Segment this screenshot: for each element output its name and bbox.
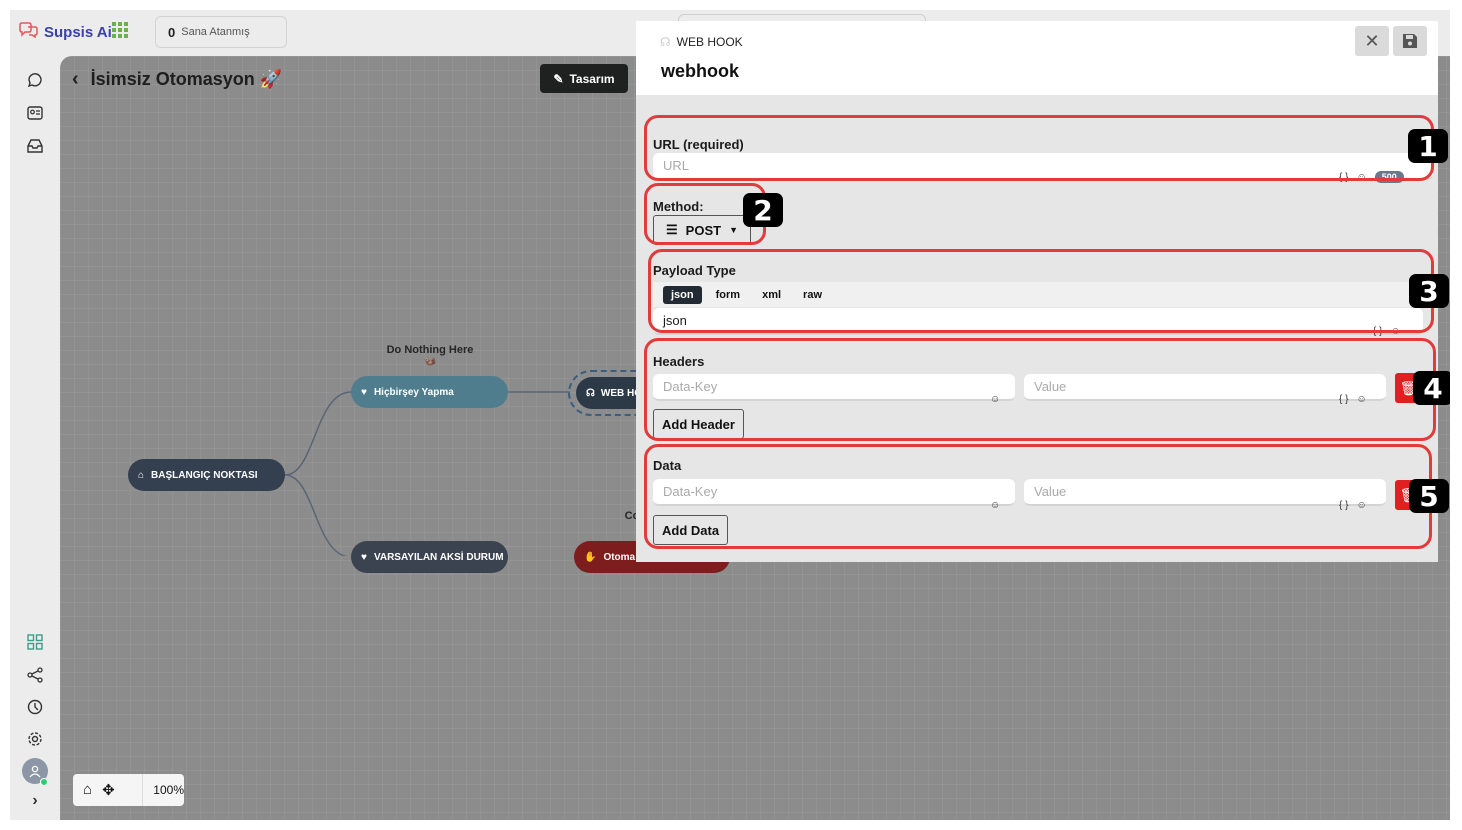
apps-grid-icon[interactable] <box>112 22 128 38</box>
online-status-dot <box>40 778 48 786</box>
modal-type: ☊ WEB HOOK <box>660 35 743 49</box>
share-nodes-icon[interactable] <box>25 665 45 685</box>
sidebar: › <box>10 56 60 820</box>
assigned-to-me-filter[interactable]: 0 Sana Atanmış <box>155 16 287 48</box>
save-icon <box>1403 34 1417 48</box>
annotation-number-4: 4 <box>1413 371 1450 405</box>
node-do-nothing-label: Hiçbirşey Yapma <box>373 386 454 398</box>
node-start-label: BAŞLANGIÇ NOKTASI <box>151 469 258 481</box>
zoom-level[interactable]: 100% <box>142 774 184 806</box>
annotation-number-2: 2 <box>743 193 783 227</box>
node-start[interactable]: ⌂ BAŞLANGIÇ NOKTASI <box>128 459 285 491</box>
heart-icon: ♥ <box>361 386 367 398</box>
webhook-icon: ☊ <box>586 387 595 399</box>
modal-title: webhook <box>661 61 740 81</box>
inbox-icon[interactable] <box>25 136 45 156</box>
save-button[interactable] <box>1393 26 1427 56</box>
annotation-box-3 <box>648 249 1434 333</box>
chat-bubbles-icon <box>18 22 40 42</box>
contact-card-icon[interactable] <box>25 103 45 123</box>
modal-header: ☊ WEB HOOK webhook ✕ <box>636 21 1438 95</box>
webhook-icon: ☊ <box>660 35 671 49</box>
dashboard-grid-icon[interactable] <box>25 632 45 652</box>
assigned-label: Sana Atanmış <box>181 26 250 38</box>
annotation-box-5 <box>644 444 1432 549</box>
chat-icon[interactable] <box>25 70 45 90</box>
hand-icon: ✋ <box>584 551 597 563</box>
zoom-controls: ⌂ ✥ 100% <box>73 774 184 806</box>
move-arrows-icon[interactable]: ✥ <box>102 781 115 799</box>
annotation-box-1 <box>644 115 1434 181</box>
home-icon[interactable]: ⌂ <box>83 781 92 799</box>
app-logo[interactable]: Supsis Ai <box>18 22 112 42</box>
node-do-nothing[interactable]: ♥ Hiçbirşey Yapma <box>351 376 508 408</box>
node-nothing-title: Do Nothing Here 🦦 <box>360 344 500 367</box>
modal-type-label: WEB HOOK <box>676 35 743 49</box>
close-button[interactable]: ✕ <box>1355 26 1389 56</box>
node-default-label: VARSAYILAN AKSİ DURUM <box>373 551 504 563</box>
broken-heart-icon: ♥ <box>361 551 367 563</box>
chevron-right-icon[interactable]: › <box>25 791 45 811</box>
annotation-number-1: 1 <box>1408 129 1448 163</box>
otter-emoji: 🦦 <box>423 356 437 367</box>
app-window: Supsis Ai 0 Sana Atanmış › ‹ İsimsiz Oto… <box>10 10 1450 820</box>
annotation-number-3: 3 <box>1409 274 1449 308</box>
gear-icon[interactable] <box>25 729 45 749</box>
annotation-number-5: 5 <box>1409 479 1449 513</box>
home-icon: ⌂ <box>138 469 145 481</box>
node-default-else[interactable]: ♥ VARSAYILAN AKSİ DURUM <box>351 541 508 573</box>
annotation-box-4 <box>644 338 1436 441</box>
clock-icon[interactable] <box>25 697 45 717</box>
assigned-count: 0 <box>168 24 176 40</box>
app-name: Supsis Ai <box>44 23 112 41</box>
node-automation-label: Otoma <box>603 551 636 563</box>
